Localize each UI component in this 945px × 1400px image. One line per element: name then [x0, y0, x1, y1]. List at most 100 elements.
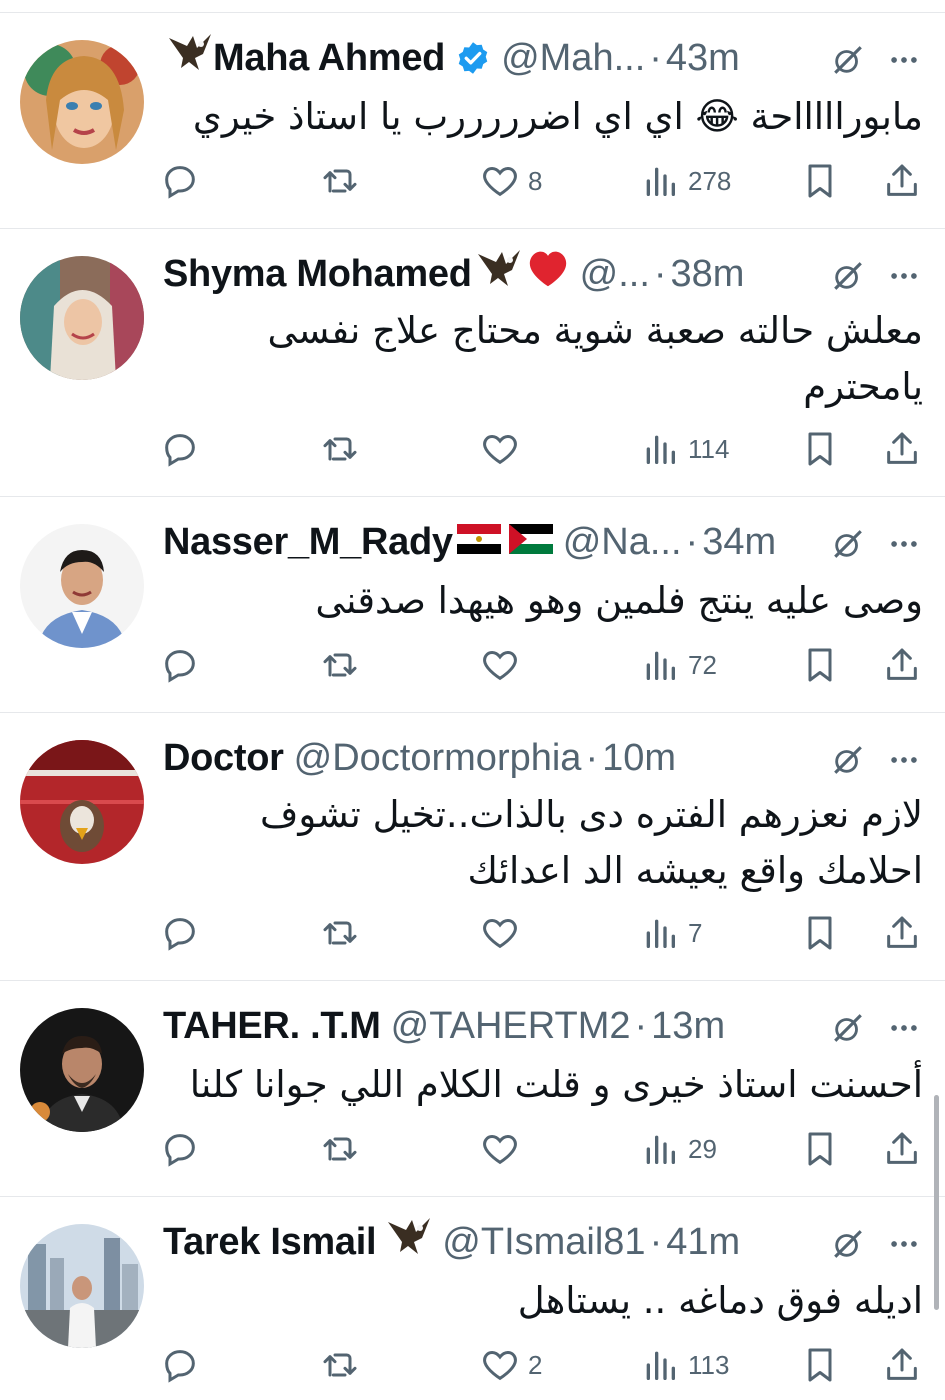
views-button[interactable]: 113: [640, 1343, 729, 1387]
tweet-header: Shyma Mohamed @... · 38m: [163, 249, 744, 299]
more-icon[interactable]: [887, 43, 921, 77]
views-button[interactable]: 29: [640, 1127, 717, 1171]
tweet-text: مابوراااااحة 😂 اي اي اضرررررب يا استاذ خ…: [192, 95, 923, 138]
retweet-button[interactable]: [320, 427, 368, 471]
bookmark-icon: [808, 164, 832, 198]
tweet[interactable]: Doctor @Doctormorphia · 10m لازم نعزرهم …: [0, 713, 945, 981]
share-button[interactable]: [882, 1127, 922, 1171]
views-button[interactable]: 278: [640, 159, 731, 203]
author-name[interactable]: Tarek Ismail: [163, 1217, 377, 1267]
grok-icon[interactable]: [831, 743, 865, 777]
share-icon: [887, 1348, 917, 1380]
grok-icon[interactable]: [831, 527, 865, 561]
avatar[interactable]: [20, 1008, 144, 1132]
retweet-button[interactable]: [320, 159, 368, 203]
grok-icon[interactable]: [831, 1011, 865, 1045]
grok-icon[interactable]: [831, 259, 865, 293]
timestamp[interactable]: 41m: [666, 1217, 740, 1267]
share-button[interactable]: [882, 1343, 922, 1387]
scrollbar[interactable]: [934, 1095, 939, 1310]
author-name[interactable]: Nasser_M_Rady: [163, 517, 453, 567]
reply-icon: [165, 918, 195, 951]
retweet-button[interactable]: [320, 1343, 368, 1387]
share-button[interactable]: [882, 427, 922, 471]
author-handle[interactable]: @Mah...: [501, 33, 645, 83]
tweet[interactable]: Nasser_M_Rady @Na... · 34m وصى عليه ينتج…: [0, 497, 945, 713]
like-button[interactable]: 2: [480, 1343, 542, 1387]
views-button[interactable]: 7: [640, 911, 702, 955]
bookmark-button[interactable]: [800, 1343, 840, 1387]
reply-icon: [165, 1350, 195, 1383]
bookmark-icon: [808, 648, 832, 682]
bookmark-button[interactable]: [800, 1127, 840, 1171]
views-icon: [646, 1135, 675, 1164]
retweet-button[interactable]: [320, 911, 368, 955]
reply-button[interactable]: [160, 911, 208, 955]
reply-button[interactable]: [160, 159, 208, 203]
timestamp[interactable]: 43m: [666, 33, 740, 83]
tweet-text: وصى عليه ينتج فلمين وهو هيهدا صدقنى: [315, 579, 923, 622]
tweet[interactable]: Shyma Mohamed @... · 38m معلش حالته صعبة…: [0, 229, 945, 497]
avatar[interactable]: [20, 740, 144, 864]
bookmark-button[interactable]: [800, 427, 840, 471]
tweet-actions: 2 113: [160, 1343, 930, 1387]
views-button[interactable]: 72: [640, 643, 717, 687]
author-handle[interactable]: @Na...: [563, 517, 682, 567]
like-button[interactable]: [480, 427, 528, 471]
more-icon[interactable]: [887, 527, 921, 561]
tweet-header: Maha Ahmed @Mah... · 43m: [163, 33, 740, 83]
share-button[interactable]: [882, 643, 922, 687]
reply-icon: [165, 434, 195, 467]
author-name[interactable]: Doctor: [163, 733, 284, 783]
timestamp[interactable]: 38m: [671, 249, 745, 299]
retweet-button[interactable]: [320, 1127, 368, 1171]
share-button[interactable]: [882, 911, 922, 955]
more-icon[interactable]: [887, 259, 921, 293]
reply-button[interactable]: [160, 427, 208, 471]
more-icon[interactable]: [887, 1011, 921, 1045]
bookmark-button[interactable]: [800, 643, 840, 687]
timestamp[interactable]: 34m: [702, 517, 776, 567]
avatar[interactable]: [20, 256, 144, 380]
tweet-text: اديله فوق دماغه .. يستاهل: [517, 1279, 923, 1322]
views-icon: [646, 167, 675, 196]
avatar[interactable]: [20, 524, 144, 648]
like-button[interactable]: [480, 1127, 528, 1171]
retweet-button[interactable]: [320, 643, 368, 687]
reply-button[interactable]: [160, 1127, 208, 1171]
author-handle[interactable]: @...: [580, 249, 650, 299]
like-button[interactable]: [480, 911, 528, 955]
tweet[interactable]: TAHER. .T.M @TAHERTM2 · 13m أحسنت استاذ …: [0, 981, 945, 1197]
like-button[interactable]: [480, 643, 528, 687]
share-button[interactable]: [882, 159, 922, 203]
bookmark-button[interactable]: [800, 911, 840, 955]
author-name[interactable]: Shyma Mohamed: [163, 249, 472, 299]
avatar[interactable]: [20, 40, 144, 164]
bookmark-button[interactable]: [800, 159, 840, 203]
timestamp[interactable]: 13m: [651, 1001, 725, 1051]
author-name[interactable]: Maha Ahmed: [213, 33, 445, 83]
timestamp[interactable]: 10m: [602, 733, 676, 783]
tweet-text: أحسنت استاذ خيرى و قلت الكلام اللي جوانا…: [189, 1063, 923, 1106]
eagle-emoji: [167, 32, 213, 85]
tweet[interactable]: Tarek Ismail @TIsmail81 · 41m اديله فوق …: [0, 1197, 945, 1400]
bookmark-icon: [808, 916, 832, 950]
author-handle[interactable]: @TIsmail81: [442, 1217, 645, 1267]
tweet[interactable]: Maha Ahmed @Mah... · 43m مابوراااااحة 😂 …: [0, 13, 945, 229]
retweet-icon: [323, 653, 357, 677]
grok-icon[interactable]: [831, 43, 865, 77]
egypt-flag-emoji: [456, 517, 501, 567]
retweet-icon: [323, 169, 357, 193]
reply-button[interactable]: [160, 1343, 208, 1387]
author-handle[interactable]: @Doctormorphia: [294, 733, 582, 783]
more-icon[interactable]: [887, 1227, 921, 1261]
author-handle[interactable]: @TAHERTM2: [391, 1001, 631, 1051]
more-icon[interactable]: [887, 743, 921, 777]
author-name[interactable]: TAHER. .T.M: [163, 1001, 381, 1051]
reply-button[interactable]: [160, 643, 208, 687]
grok-icon[interactable]: [831, 1227, 865, 1261]
heart-icon: [483, 434, 517, 465]
views-button[interactable]: 114: [640, 427, 729, 471]
avatar[interactable]: [20, 1224, 144, 1348]
like-button[interactable]: 8: [480, 159, 542, 203]
